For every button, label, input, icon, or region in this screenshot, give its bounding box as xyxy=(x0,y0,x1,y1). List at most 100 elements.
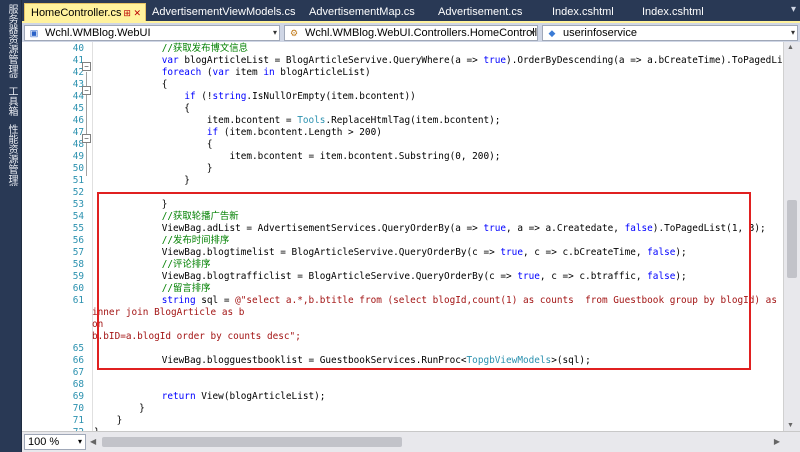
tab-advertisement-map[interactable]: AdvertisementMap.cs xyxy=(303,3,431,21)
code-text: } xyxy=(94,415,123,426)
line-number: 40 xyxy=(72,43,84,54)
tab-label: AdvertisementMap.cs xyxy=(309,6,415,18)
horizontal-scroll-thumb[interactable] xyxy=(102,437,402,447)
tab-index-cshtml-2[interactable]: Index.cshtml xyxy=(636,3,726,21)
code-line[interactable]: 46 item.bcontent = Tools.ReplaceHtmlTag(… xyxy=(22,115,782,127)
zoom-dropdown[interactable]: 100 % ▾ xyxy=(24,434,86,450)
tab-advertisement-view-models[interactable]: AdvertisementViewModels.cs xyxy=(146,3,298,21)
code-line[interactable]: 40 //获取发布博文信息 xyxy=(22,43,782,55)
line-number: 49 xyxy=(72,151,84,162)
code-text: if (item.bcontent.Length > 200) xyxy=(206,127,382,138)
code-line[interactable]: 69 return View(blogArticleList); xyxy=(22,391,782,403)
member-dropdown[interactable]: ◆ userinfoservice ▾ xyxy=(542,25,798,41)
fold-toggle-icon[interactable]: − xyxy=(82,134,91,143)
line-number: 44 xyxy=(72,91,84,102)
project-dropdown[interactable]: ▣ Wchl.WMBlog.WebUI ▾ xyxy=(24,25,280,41)
scroll-left-icon[interactable]: ◀ xyxy=(90,437,96,446)
code-text: } xyxy=(94,175,190,186)
class-name: Wchl.WMBlog.WebUI.Controllers.HomeContro… xyxy=(305,27,538,39)
scroll-down-icon[interactable]: ▼ xyxy=(787,422,794,429)
code-line[interactable]: 42 foreach (var item in blogArticleList) xyxy=(22,67,782,79)
pin-close-icon[interactable]: ⊞ ✕ xyxy=(123,4,141,22)
code-text: item.bcontent = item.bcontent.Substring(… xyxy=(94,151,501,162)
line-number: 65 xyxy=(72,343,84,354)
line-number: 58 xyxy=(72,259,84,270)
code-line[interactable]: 50 } xyxy=(22,163,782,175)
code-line[interactable]: 71 } xyxy=(22,415,782,427)
line-number: 68 xyxy=(72,379,84,390)
line-number: 59 xyxy=(72,271,84,282)
code-text: { xyxy=(94,139,213,150)
scroll-right-icon[interactable]: ▶ xyxy=(774,437,780,446)
line-number: 47 xyxy=(72,127,84,138)
line-number: 56 xyxy=(72,235,84,246)
code-text: if (!string.IsNullOrEmpty(item.bcontent)… xyxy=(184,91,416,102)
project-name: Wchl.WMBlog.WebUI xyxy=(45,27,151,39)
tab-home-controller[interactable]: HomeController.cs ⊞ ✕ xyxy=(24,3,146,21)
line-number: 66 xyxy=(72,355,84,366)
code-line[interactable]: 68 xyxy=(22,379,782,391)
zoom-level: 100 % xyxy=(28,436,60,448)
csharp-project-icon: ▣ xyxy=(29,28,39,38)
tab-list-dropdown-icon[interactable]: ▾ xyxy=(791,4,796,15)
line-number: 61 xyxy=(72,295,84,306)
code-line[interactable]: 70 } xyxy=(22,403,782,415)
chevron-down-icon: ▾ xyxy=(77,437,82,446)
line-number: 60 xyxy=(72,283,84,294)
code-text: } xyxy=(94,163,213,174)
chevron-down-icon: ▾ xyxy=(530,28,535,37)
tab-label: Index.cshtml xyxy=(552,6,614,18)
line-number: 67 xyxy=(72,367,84,378)
code-text: { xyxy=(94,103,190,114)
performance-explorer-tab[interactable]: 性能资源管理器 xyxy=(3,124,19,186)
scroll-up-icon[interactable]: ▲ xyxy=(787,44,794,51)
fold-toggle-icon[interactable]: − xyxy=(82,86,91,95)
code-line[interactable]: 41 var blogArticleList = BlogArticleServ… xyxy=(22,55,783,67)
line-number: 43 xyxy=(72,79,84,90)
chevron-down-icon: ▾ xyxy=(272,28,277,37)
vertical-scrollbar[interactable]: ▲ ▼ xyxy=(783,42,800,431)
line-number: 55 xyxy=(72,223,84,234)
code-line[interactable]: 47 if (item.bcontent.Length > 200) xyxy=(22,127,782,139)
line-number: 46 xyxy=(72,115,84,126)
code-text: return View(blogArticleList); xyxy=(161,391,326,402)
code-line[interactable]: 45 { xyxy=(22,103,782,115)
code-line[interactable]: 49 item.bcontent = item.bcontent.Substri… xyxy=(22,151,782,163)
tab-label: Advertisement.cs xyxy=(438,6,523,18)
editor-bottom-bar: 100 % ▾ ◀ ▶ xyxy=(22,431,800,452)
toolbox-tab[interactable]: 工具箱 xyxy=(3,86,19,118)
code-line[interactable]: 48 { xyxy=(22,139,782,151)
tab-label: HomeController.cs xyxy=(31,7,122,19)
tab-advertisement[interactable]: Advertisement.cs xyxy=(432,3,542,21)
code-line[interactable]: 43 { xyxy=(22,79,782,91)
line-number: 42 xyxy=(72,67,84,78)
class-icon: ⚙ xyxy=(289,28,299,38)
code-text: //获取发布博文信息 xyxy=(161,43,249,54)
code-text: { xyxy=(94,79,168,90)
code-text: item.bcontent = Tools.ReplaceHtmlTag(ite… xyxy=(94,115,501,126)
member-name: userinfoservice xyxy=(563,27,637,39)
document-tab-bar: HomeController.cs ⊞ ✕ AdvertisementViewM… xyxy=(22,0,800,21)
code-line[interactable]: 51 } xyxy=(22,175,782,187)
line-number: 70 xyxy=(72,403,84,414)
line-number: 69 xyxy=(72,391,84,402)
highlight-box xyxy=(97,192,751,370)
class-dropdown[interactable]: ⚙ Wchl.WMBlog.WebUI.Controllers.HomeCont… xyxy=(284,25,538,41)
line-number: 45 xyxy=(72,103,84,114)
code-editor[interactable]: 40 //获取发布博文信息 41 var blogArticleList = Bl… xyxy=(22,42,783,431)
field-icon: ◆ xyxy=(548,28,556,38)
fold-toggle-icon[interactable]: − xyxy=(82,62,91,71)
side-tool-strip: 服务器资源管理器 工具箱 性能资源管理器 xyxy=(0,0,22,452)
code-line[interactable]: 44 if (!string.IsNullOrEmpty(item.bconte… xyxy=(22,91,782,103)
tab-label: Index.cshtml xyxy=(642,6,704,18)
line-number: 52 xyxy=(72,187,84,198)
line-number: 57 xyxy=(72,247,84,258)
chevron-down-icon: ▾ xyxy=(790,28,795,37)
line-number: 48 xyxy=(72,139,84,150)
line-number: 41 xyxy=(72,55,84,66)
navigation-bar: ▣ Wchl.WMBlog.WebUI ▾ ⚙ Wchl.WMBlog.WebU… xyxy=(22,21,800,42)
scroll-thumb[interactable] xyxy=(787,200,797,278)
server-explorer-tab[interactable]: 服务器资源管理器 xyxy=(3,4,19,78)
line-number: 54 xyxy=(72,211,84,222)
tab-index-cshtml-1[interactable]: Index.cshtml xyxy=(546,3,636,21)
